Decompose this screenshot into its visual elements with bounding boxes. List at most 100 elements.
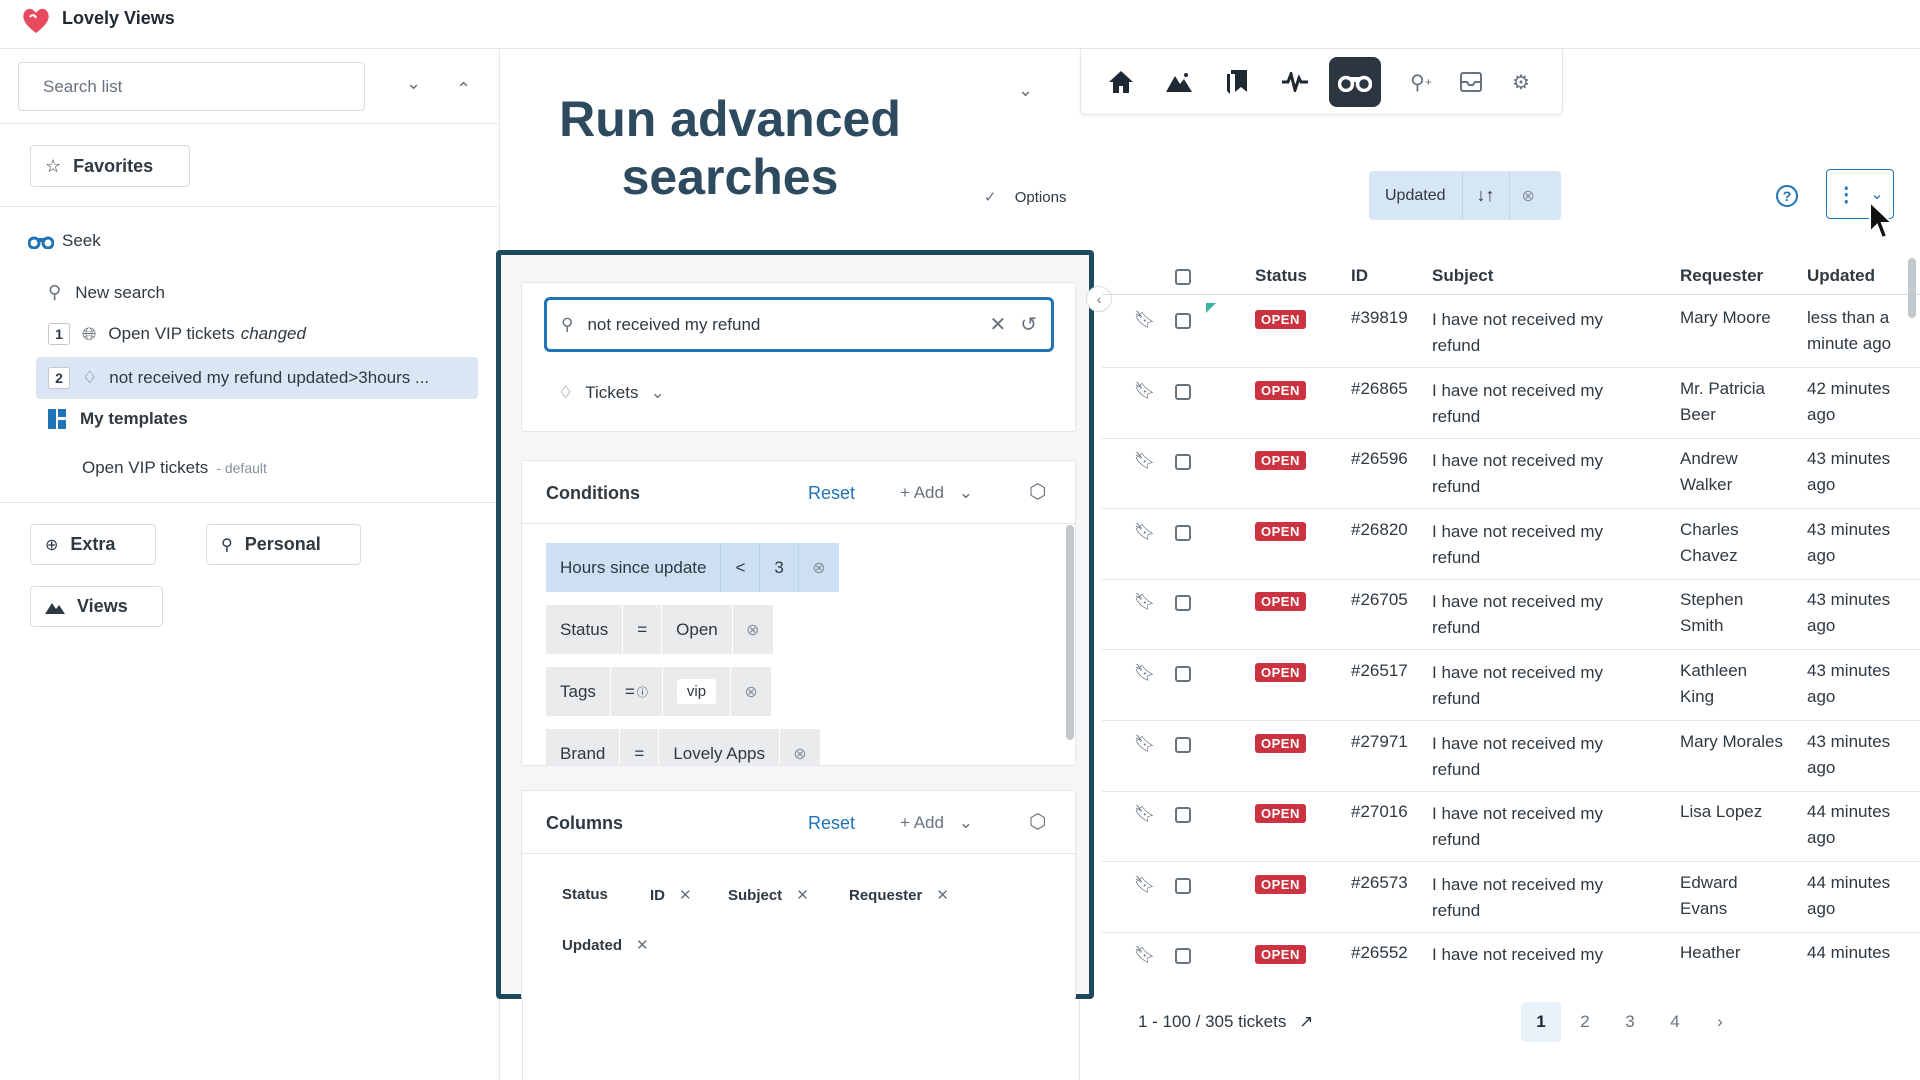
row-checkbox[interactable] xyxy=(1175,313,1191,329)
history-icon[interactable]: ↺ xyxy=(1020,312,1037,337)
row-checkbox[interactable] xyxy=(1175,383,1191,400)
home-icon[interactable] xyxy=(1101,63,1141,101)
row-checkbox[interactable] xyxy=(1175,595,1191,612)
cube-icon[interactable]: ⬡ xyxy=(1029,809,1046,834)
row-checkbox[interactable] xyxy=(1175,807,1191,824)
close-icon[interactable]: ✕ xyxy=(796,887,809,904)
chevron-down-icon[interactable]: ⌄ xyxy=(406,73,421,94)
table-row[interactable]: 🔖︎ OPEN #26865 I have not received my refund… xyxy=(1102,368,1920,439)
condition-hours[interactable]: Hours since update < 3 ⊗ xyxy=(546,543,839,592)
inbox-icon[interactable] xyxy=(1451,63,1491,101)
ticket-subject[interactable]: I have not received my xyxy=(1432,942,1603,968)
close-circle-icon[interactable]: ⊗ xyxy=(1510,171,1547,220)
ticket-subject[interactable]: I have not received my refund xyxy=(1432,801,1603,853)
column-chip-id[interactable]: ID ✕ xyxy=(650,886,692,904)
column-header-requester[interactable]: Requester xyxy=(1680,266,1763,286)
ticket-subject[interactable]: I have not received my refund xyxy=(1432,660,1603,712)
help-icon[interactable]: ? xyxy=(1776,185,1798,207)
ticket-subject[interactable]: I have not received my refund xyxy=(1432,872,1603,924)
options-toggle[interactable]: ✓ Options xyxy=(984,188,1066,206)
table-row[interactable]: 🔖︎ OPEN #26517 I have not received my refund… xyxy=(1102,650,1920,721)
chevron-down-icon[interactable]: ⌄ xyxy=(1018,80,1033,101)
bookmarks-icon[interactable] xyxy=(1217,63,1257,101)
page-3[interactable]: 3 xyxy=(1610,1002,1650,1042)
condition-status[interactable]: Status = Open ⊗ xyxy=(546,605,773,654)
favorites-button[interactable]: ☆ Favorites xyxy=(30,145,190,187)
column-header-id[interactable]: ID xyxy=(1351,266,1368,286)
row-checkbox[interactable] xyxy=(1175,877,1191,894)
page-2[interactable]: 2 xyxy=(1565,1002,1605,1042)
bookmark-icon[interactable]: 🔖︎ xyxy=(1134,381,1156,401)
close-icon[interactable]: ✕ xyxy=(636,937,649,954)
columns-reset[interactable]: Reset xyxy=(808,813,855,834)
personal-button[interactable]: ⚲ Personal xyxy=(206,524,361,565)
chevron-right-icon[interactable]: › xyxy=(1700,1002,1740,1042)
ticket-id[interactable]: #39819 xyxy=(1351,305,1408,331)
cube-icon[interactable]: ⬡ xyxy=(1029,479,1046,504)
condition-tags[interactable]: Tags = ⓘ vip ⊗ xyxy=(546,667,772,716)
ticket-subject[interactable]: I have not received my refund xyxy=(1432,731,1603,783)
search-input[interactable]: ⚲ not received my refund ✕ ↺ xyxy=(544,297,1054,352)
table-row[interactable]: 🔖︎ OPEN #27016 I have not received my refund… xyxy=(1102,791,1920,863)
sort-field-button[interactable]: Updated xyxy=(1369,171,1463,220)
seek-header[interactable]: Seek xyxy=(28,231,101,251)
column-header-subject[interactable]: Subject xyxy=(1432,266,1493,286)
close-circle-icon[interactable]: ⊗ xyxy=(780,729,820,765)
my-templates-header[interactable]: My templates xyxy=(48,409,188,429)
ticket-id[interactable]: #26552 xyxy=(1351,940,1408,966)
ticket-id[interactable]: #27971 xyxy=(1351,729,1408,755)
select-all-checkbox[interactable] xyxy=(1175,269,1191,285)
column-chip-subject[interactable]: Subject ✕ xyxy=(728,886,809,904)
bookmark-icon[interactable]: 🔖︎ xyxy=(1134,875,1156,895)
search-plus-icon[interactable]: ⚲ + xyxy=(1401,63,1441,101)
ticket-id[interactable]: #27016 xyxy=(1351,799,1408,825)
views-button[interactable]: Views xyxy=(30,586,163,627)
table-row[interactable]: 🔖︎ OPEN #26573 I have not received my refund… xyxy=(1102,862,1920,933)
column-chip-requester[interactable]: Requester ✕ xyxy=(849,886,949,904)
activity-icon[interactable] xyxy=(1275,63,1315,101)
ticket-id[interactable]: #26596 xyxy=(1351,446,1408,472)
close-icon[interactable]: ✕ xyxy=(679,887,692,904)
chevron-up-icon[interactable]: ⌃ xyxy=(456,79,471,100)
ticket-id[interactable]: #26820 xyxy=(1351,517,1408,543)
binoculars-icon[interactable] xyxy=(1329,57,1381,107)
close-circle-icon[interactable]: ⊗ xyxy=(798,543,839,592)
bookmark-icon[interactable]: 🔖︎ xyxy=(1134,663,1156,683)
table-row[interactable]: 🔖︎ OPEN #26705 I have not received my refund… xyxy=(1102,579,1920,651)
bookmark-icon[interactable]: 🔖︎ xyxy=(1134,804,1156,824)
column-chip-status[interactable]: Status xyxy=(562,886,608,903)
bookmark-icon[interactable]: 🔖︎ xyxy=(1134,451,1156,471)
bookmark-icon[interactable]: 🔖︎ xyxy=(1134,734,1156,754)
column-chip-updated[interactable]: Updated ✕ xyxy=(562,936,649,954)
table-row[interactable]: 🔖︎ OPEN #26552 I have not received my Heathe… xyxy=(1102,932,1920,972)
ticket-id[interactable]: #26705 xyxy=(1351,587,1408,613)
sidebar-item-refund-search[interactable]: 2 ♢ not received my refund updated>3hour… xyxy=(36,357,478,399)
results-count[interactable]: 1 - 100 / 305 tickets ↗ xyxy=(1138,1012,1313,1032)
gear-icon[interactable]: ⚙ xyxy=(1501,63,1541,101)
mountain-icon[interactable] xyxy=(1159,63,1199,101)
extra-button[interactable]: ⊕ Extra xyxy=(30,524,156,565)
search-list-input[interactable]: Search list xyxy=(18,62,365,111)
condition-brand[interactable]: Brand = Lovely Apps ⊗ xyxy=(546,729,820,765)
column-header-updated[interactable]: Updated xyxy=(1807,266,1875,286)
bookmark-icon[interactable]: 🔖︎ xyxy=(1134,310,1156,330)
clear-icon[interactable]: ✕ xyxy=(989,312,1006,337)
conditions-reset[interactable]: Reset xyxy=(808,483,855,504)
ticket-subject[interactable]: I have not received my refund xyxy=(1432,448,1603,500)
page-4[interactable]: 4 xyxy=(1655,1002,1695,1042)
template-item-open-vip[interactable]: Open VIP tickets - default xyxy=(82,458,267,478)
results-scrollbar[interactable] xyxy=(1908,258,1916,318)
bookmark-icon[interactable]: 🔖︎ xyxy=(1134,945,1156,965)
table-row[interactable]: 🔖︎ OPEN #27971 I have not received my refund… xyxy=(1102,721,1920,792)
ticket-subject[interactable]: I have not received my refund xyxy=(1432,378,1603,430)
type-selector[interactable]: ♢ Tickets ⌄ xyxy=(558,383,665,403)
sidebar-item-open-vip[interactable]: 1 🌐︎ Open VIP tickets changed xyxy=(48,323,306,345)
ticket-id[interactable]: #26865 xyxy=(1351,376,1408,402)
table-row[interactable]: 🔖︎ OPEN #26820 I have not received my refund… xyxy=(1102,509,1920,580)
row-checkbox[interactable] xyxy=(1175,666,1191,682)
row-checkbox[interactable] xyxy=(1175,454,1191,471)
ticket-subject[interactable]: I have not received my refund xyxy=(1432,307,1603,359)
row-checkbox[interactable] xyxy=(1175,524,1191,541)
table-row[interactable]: 🔖︎ OPEN #39819 I have not received my refund… xyxy=(1102,297,1920,368)
page-1[interactable]: 1 xyxy=(1521,1002,1561,1042)
